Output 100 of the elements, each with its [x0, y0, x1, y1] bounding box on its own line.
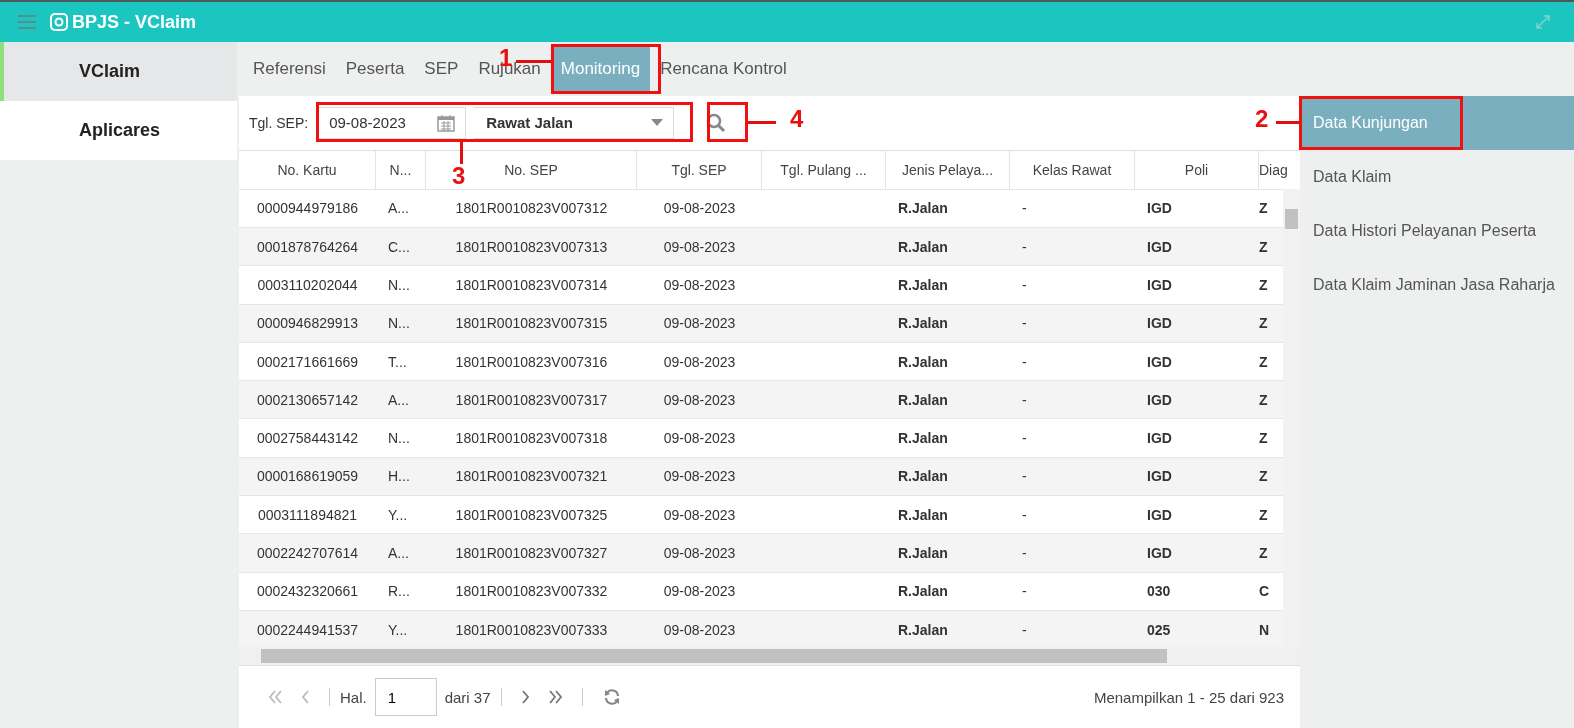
table-cell-text: -: [1021, 505, 1028, 525]
tab[interactable]: Rencana Kontrol: [650, 44, 797, 93]
table-cell-text: IGD: [1146, 199, 1173, 219]
column-header[interactable]: Tgl. Pulang ...: [762, 150, 886, 189]
annotation-number: 2: [1255, 105, 1269, 133]
table-cell-text: 09-08-2023: [662, 467, 737, 487]
column-header[interactable]: Diag: [1259, 150, 1299, 189]
table-cell-text: 0002244941537: [255, 620, 360, 640]
column-header[interactable]: Jenis Pelaya...: [886, 150, 1010, 189]
table-cell-text: -: [1021, 467, 1028, 487]
table-cell-text: 0003110202044: [256, 275, 359, 295]
date-field[interactable]: 09-08-2023: [316, 106, 467, 139]
sidebar-item[interactable]: Aplicares: [0, 101, 237, 160]
table-cell-text: N: [1259, 620, 1271, 640]
table-cell-text: 025: [1146, 620, 1172, 640]
table-cell-text: 1801R0010823V007325: [454, 505, 609, 525]
table-cell-text: R.Jalan: [897, 505, 949, 525]
table-cell-text: 1801R0010823V007315: [454, 314, 609, 334]
table-cell-text: 0002171661669: [255, 352, 360, 372]
table-cell-text: 1801R0010823V007313: [454, 237, 609, 257]
table-cell-text: 09-08-2023: [662, 237, 737, 257]
table-cell-text: R.Jalan: [897, 620, 949, 640]
table-cell-text: Z: [1259, 467, 1269, 487]
page-label: Hal.: [340, 688, 367, 706]
menu-icon[interactable]: [18, 15, 36, 29]
sidebar-item[interactable]: VClaim: [0, 42, 237, 101]
expand-icon[interactable]: [1534, 13, 1552, 31]
table-cell-text: 0000168619059: [255, 467, 360, 487]
table-cell-text: R.Jalan: [897, 314, 949, 334]
vertical-scrollbar[interactable]: [1283, 188, 1300, 649]
page-input[interactable]: 1: [374, 678, 437, 717]
table-cell-text: -: [1021, 237, 1028, 257]
column-header[interactable]: Poli: [1135, 150, 1259, 189]
double-chevron-left-icon: [269, 690, 282, 705]
table-cell-text: 030: [1146, 582, 1172, 602]
table-cell-text: 1801R0010823V007332: [454, 582, 609, 602]
table-cell-text: 09-08-2023: [662, 582, 737, 602]
table-cell-text: 09-08-2023: [662, 314, 737, 334]
table-cell-text: N...: [387, 429, 411, 449]
table-cell-text: 09-08-2023: [662, 505, 737, 525]
table-cell-text: IGD: [1146, 544, 1173, 563]
table-cell-text: 1801R0010823V007316: [454, 352, 609, 372]
table-cell-text: -: [1021, 620, 1028, 640]
menu-item[interactable]: Data Histori Pelayanan Peserta: [1300, 204, 1574, 258]
table-cell-text: Z: [1259, 199, 1269, 219]
leader-line: [1276, 121, 1299, 124]
refresh-icon: [602, 688, 621, 707]
table-cell-text: 0001878764264: [255, 237, 360, 257]
table-cell-text: A...: [387, 390, 410, 410]
table-cell-text: -: [1021, 429, 1028, 449]
column-header[interactable]: N...: [376, 150, 426, 189]
table-cell-text: R.Jalan: [897, 582, 949, 602]
table-cell-text: -: [1021, 199, 1028, 219]
tab[interactable]: Peserta: [335, 44, 415, 93]
annotation-number: 3: [452, 162, 466, 190]
column-header[interactable]: Kelas Rawat: [1010, 150, 1135, 189]
table-cell-text: 09-08-2023: [662, 199, 737, 219]
table-cell-text: 0003111894821: [256, 505, 359, 525]
table-cell-text: C: [1259, 582, 1271, 602]
table-cell-text: 0002242707614: [255, 544, 360, 563]
column-header[interactable]: Tgl. SEP: [637, 150, 762, 189]
table-cell-text: Z: [1259, 275, 1269, 295]
leader-line: [460, 142, 463, 164]
table-cell-text: R.Jalan: [897, 429, 949, 449]
table-cell-text: 1801R0010823V007327: [454, 544, 609, 563]
table-cell-text: R.Jalan: [897, 199, 949, 219]
service-dropdown[interactable]: Rawat Jalan: [474, 106, 675, 139]
table-cell-text: -: [1021, 275, 1028, 295]
column-header[interactable]: No. Kartu: [239, 150, 376, 189]
tab[interactable]: SEP: [414, 44, 469, 93]
table-cell-text: IGD: [1146, 505, 1173, 525]
table-cell-text: C...: [387, 237, 411, 257]
chevron-left-icon: [302, 690, 309, 705]
annotation-box: [707, 102, 748, 142]
table-cell-text: Z: [1259, 390, 1269, 410]
table-cell-text: A...: [387, 544, 410, 563]
table-cell-text: IGD: [1146, 314, 1173, 334]
table-cell-text: A...: [387, 199, 410, 219]
table-cell-text: Z: [1259, 544, 1269, 563]
table-cell-text: IGD: [1146, 429, 1173, 449]
table-cell-text: -: [1021, 544, 1028, 563]
table-cell-text: -: [1021, 390, 1028, 410]
table-cell-text: 09-08-2023: [662, 352, 737, 372]
record-summary: Menampilkan 1 - 25 dari 923: [1093, 688, 1284, 706]
table-cell-text: 1801R0010823V007312: [454, 199, 609, 219]
table-cell-text: 0002758443142: [255, 429, 360, 449]
table-cell-text: R...: [387, 582, 411, 602]
table-cell-text: 1801R0010823V007318: [454, 429, 609, 449]
table-cell-text: 0002432320661: [255, 582, 360, 602]
menu-item[interactable]: Data Klaim Jaminan Jasa Raharja: [1300, 258, 1574, 312]
table-cell-text: H...: [387, 467, 411, 487]
table-cell-text: 1801R0010823V007317: [454, 390, 609, 410]
table-cell-text: -: [1021, 582, 1028, 602]
table-cell-text: -: [1021, 352, 1028, 372]
page-count: dari 37: [444, 688, 491, 706]
table-cell-text: 0002130657142: [255, 390, 360, 410]
table-cell-text: Y...: [387, 505, 409, 525]
menu-item[interactable]: Data Klaim: [1300, 150, 1574, 204]
tab[interactable]: Referensi: [243, 44, 336, 93]
table-cell-text: 0000944979186: [255, 199, 360, 219]
